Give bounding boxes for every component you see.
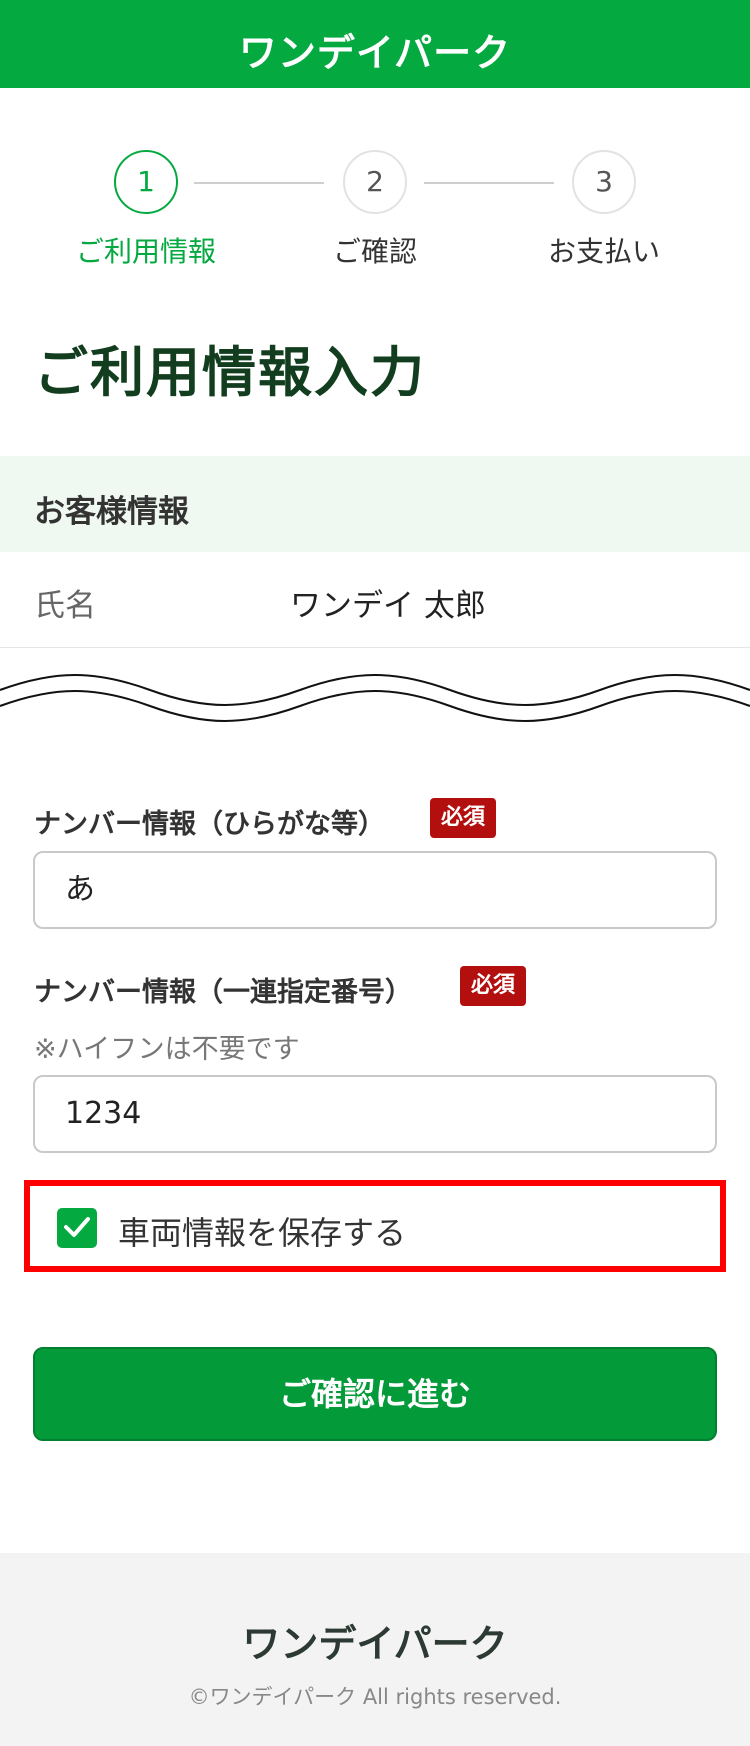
wave-divider (0, 674, 750, 722)
plate-number-hint: ※ハイフンは不要です (34, 1034, 300, 1065)
check-icon (64, 1217, 90, 1237)
step-3: 3 お支払い (504, 150, 704, 270)
proceed-to-confirm-button[interactable]: ご確認に進む (33, 1347, 717, 1441)
copyright: ©ワンデイパーク All rights reserved. (188, 1685, 562, 1709)
step-label: お支払い (547, 235, 660, 268)
plate-kana-input[interactable]: あ (33, 851, 717, 929)
step-label: ご確認 (332, 235, 417, 268)
step-number: 2 (343, 150, 407, 214)
plate-number-label: ナンバー情報（一連指定番号） (34, 977, 412, 1008)
section-title: お客様情報 (34, 494, 189, 530)
required-badge: 必須 (430, 798, 496, 838)
customer-name-row: 氏名 ワンデイ 太郎 (0, 552, 750, 648)
plate-kana-label: ナンバー情報（ひらがな等） (34, 809, 385, 840)
page-title: ご利用情報入力 (34, 341, 426, 404)
progress-stepper: 1 ご利用情報 2 ご確認 3 お支払い (0, 150, 750, 280)
header-logo[interactable]: ワンデイパーク (0, 22, 750, 77)
name-value: ワンデイ 太郎 (290, 588, 486, 624)
step-1: 1 ご利用情報 (46, 150, 246, 270)
header: ワンデイパーク (0, 0, 750, 88)
name-label: 氏名 (34, 588, 96, 624)
footer: ワンデイパーク ©ワンデイパーク All rights reserved. (0, 1553, 750, 1746)
step-number: 1 (114, 150, 178, 214)
required-badge: 必須 (460, 966, 526, 1006)
customer-section-header: お客様情報 (0, 456, 750, 552)
save-vehicle-highlight: 車両情報を保存する (24, 1180, 726, 1272)
plate-number-input[interactable]: 1234 (33, 1075, 717, 1153)
step-2: 2 ご確認 (275, 150, 475, 270)
footer-logo[interactable]: ワンデイパーク (0, 1613, 750, 1668)
save-vehicle-label[interactable]: 車両情報を保存する (118, 1208, 406, 1254)
step-number: 3 (572, 150, 636, 214)
save-vehicle-checkbox[interactable] (57, 1208, 97, 1248)
step-label: ご利用情報 (75, 235, 216, 268)
